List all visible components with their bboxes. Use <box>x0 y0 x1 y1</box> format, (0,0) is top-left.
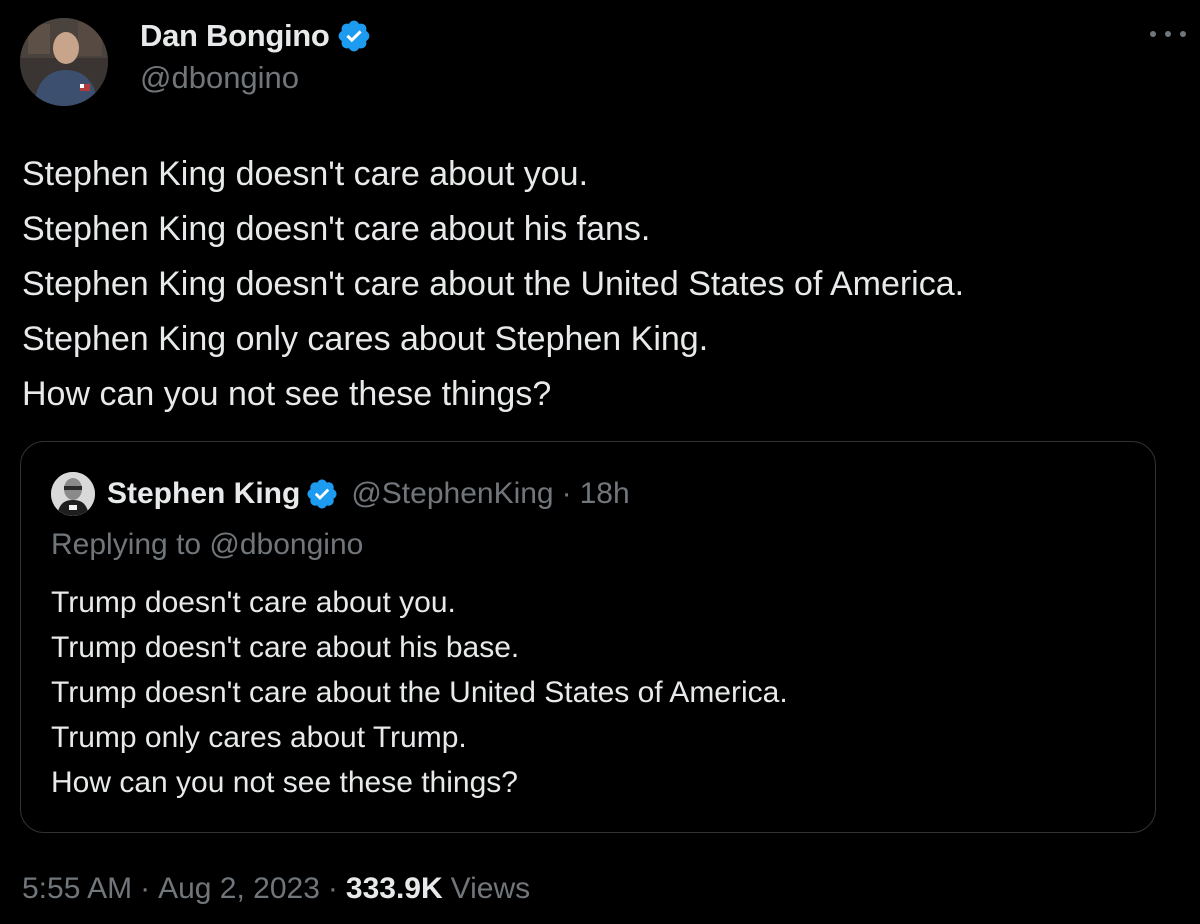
quoted-tweet-header: Stephen King @StephenKing · 18h <box>51 472 630 516</box>
quoted-tweet-line: Trump doesn't care about you. <box>51 586 456 619</box>
replying-to-label: Replying to @dbongino <box>51 528 364 561</box>
views-label: Views <box>450 872 531 905</box>
verified-badge-icon[interactable] <box>305 477 339 511</box>
verified-badge-icon[interactable] <box>336 18 372 54</box>
tweet-line: Stephen King doesn't care about you. <box>22 155 589 193</box>
tweet-text: Stephen King doesn't care about you. Ste… <box>22 147 1192 422</box>
more-horizontal-icon[interactable] <box>1150 26 1186 42</box>
quoted-author-name[interactable]: Stephen King <box>107 477 300 511</box>
more-dot <box>1165 31 1171 37</box>
tweet-time[interactable]: 5:55 AM <box>22 872 132 906</box>
tweet-meta: 5:55 AM · Aug 2, 2023 · 333.9K Views <box>22 872 530 906</box>
author-display-name[interactable]: Dan Bongino <box>140 18 330 54</box>
tweet-line: Stephen King only cares about Stephen Ki… <box>22 320 709 358</box>
tweet-line: How can you not see these things? <box>22 375 552 413</box>
separator-dot: · <box>327 872 338 905</box>
quoted-tweet-line: Trump doesn't care about the United Stat… <box>51 676 788 709</box>
quoted-author-handle[interactable]: @StephenKing <box>351 477 553 511</box>
separator-dot: · <box>561 477 572 510</box>
quoted-tweet-time[interactable]: 18h <box>580 477 630 511</box>
author-avatar-image <box>20 18 108 106</box>
quoted-author-avatar-image <box>51 472 95 516</box>
author-name-row: Dan Bongino <box>140 14 372 58</box>
author-avatar[interactable] <box>20 18 108 106</box>
author-handle[interactable]: @dbongino <box>140 60 299 96</box>
tweet-line: Stephen King doesn't care about the Unit… <box>22 265 965 303</box>
more-dot <box>1180 31 1186 37</box>
quoted-tweet-card[interactable]: Stephen King @StephenKing · 18h Replying… <box>20 441 1156 833</box>
quoted-tweet-line: Trump doesn't care about his base. <box>51 631 520 664</box>
quoted-tweet-line: Trump only cares about Trump. <box>51 721 467 754</box>
quoted-author-avatar[interactable] <box>51 472 95 516</box>
tweet-line: Stephen King doesn't care about his fans… <box>22 210 651 248</box>
quoted-tweet-text: Trump doesn't care about you. Trump does… <box>51 580 788 805</box>
tweet-date[interactable]: Aug 2, 2023 <box>158 872 320 906</box>
views-count: 333.9K <box>345 872 443 905</box>
separator-dot: · <box>140 872 151 905</box>
quoted-tweet-line: How can you not see these things? <box>51 766 518 799</box>
more-dot <box>1150 31 1156 37</box>
